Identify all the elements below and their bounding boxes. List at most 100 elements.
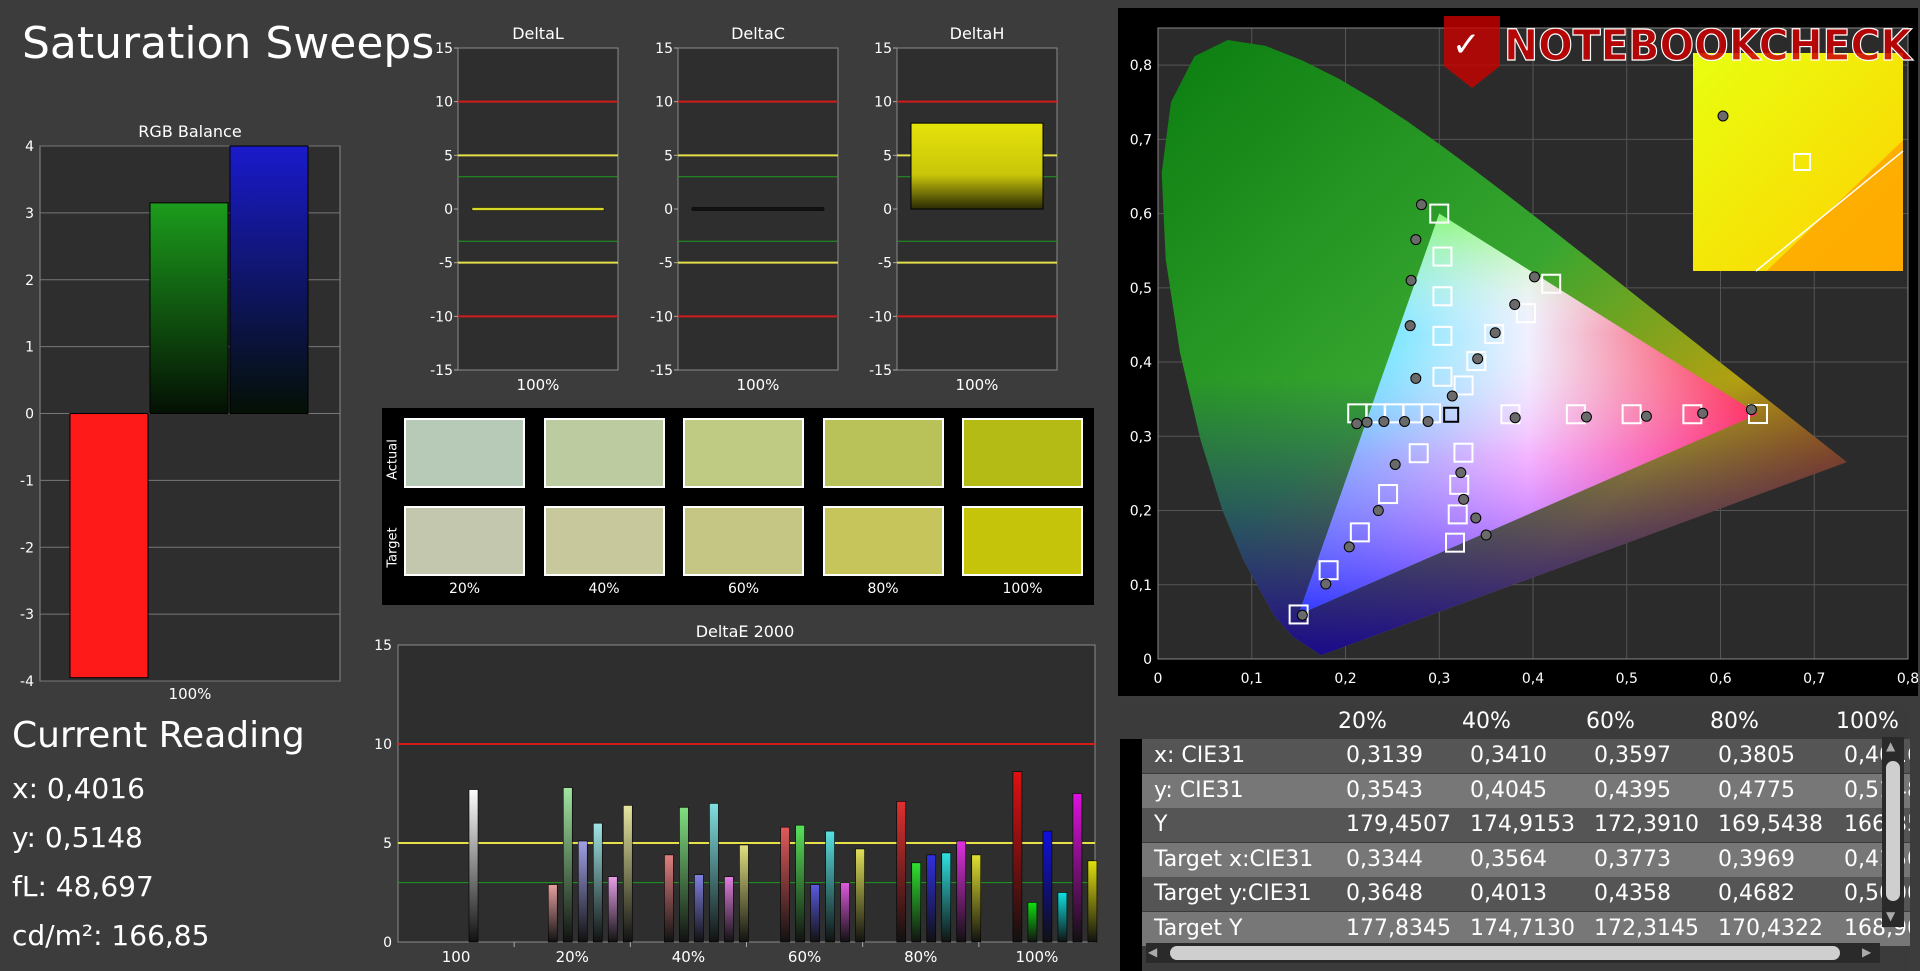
delta-y-tick: -5: [659, 256, 673, 272]
deltae-y-tick: 15: [374, 638, 392, 654]
delta-c-svg: 15 10 5 0 -5 -10 -15 100%: [650, 41, 839, 394]
logo-check-icon: ✓: [1452, 25, 1481, 65]
table-cell: 174,9153: [1470, 812, 1575, 837]
cie-y-tick: 0,4: [1130, 355, 1152, 371]
reading-x: x: 0,4016: [12, 772, 145, 805]
table-row: Target x:CIE31 0,3344 0,3564 0,3773 0,3969 0,…: [1142, 842, 1910, 877]
cie-y-tick: 0,1: [1130, 578, 1152, 594]
deltae-bar: [739, 844, 749, 943]
deltae-bar: [468, 789, 479, 943]
table-row-label: Target x:CIE31: [1154, 846, 1314, 872]
table-cell: 0,4358: [1594, 881, 1671, 906]
delta-y-tick: -10: [869, 309, 892, 325]
target-swatch: [683, 506, 804, 576]
rgb-y-tick: 3: [25, 206, 34, 222]
delta-y-tick: 15: [874, 41, 892, 57]
deltae-bar: [840, 882, 850, 943]
delta-c-chart: DeltaC 15 10 5 0 -5 -10 -15 100%: [638, 20, 848, 398]
cie-y-tick: 0,2: [1130, 504, 1152, 520]
delta-y-tick: 10: [874, 95, 892, 111]
table-cell: 0,4775: [1718, 777, 1795, 803]
vertical-scrollbar[interactable]: ▲ ▼: [1882, 737, 1904, 927]
measured-point: [1455, 467, 1467, 479]
horizontal-scrollbar[interactable]: ◀ ▶: [1146, 943, 1880, 963]
cie-x-tick: 0,6: [1709, 671, 1731, 687]
table-header-cell: 40%: [1462, 709, 1511, 734]
deltae-bar: [1072, 793, 1083, 943]
measured-point: [1422, 415, 1434, 427]
deltae-bar: [679, 807, 689, 943]
rgb-y-tick: 0: [25, 407, 34, 423]
rgb-y-tick: -3: [20, 607, 34, 623]
delta-y-tick: 15: [435, 41, 453, 57]
delta-y-tick: -5: [439, 256, 453, 272]
actual-swatch: [962, 418, 1083, 488]
target-swatch: [822, 506, 944, 576]
cie-x-tick: 0,2: [1334, 671, 1356, 687]
scroll-down-arrow-icon[interactable]: ▼: [1886, 909, 1895, 923]
scroll-thumb[interactable]: [1886, 761, 1900, 901]
table-cell: 0,3597: [1594, 743, 1671, 768]
deltae-bar: [664, 854, 674, 943]
deltae-x-tick: 80%: [904, 948, 937, 966]
cie-x-tick: 0,8: [1897, 671, 1918, 687]
deltae-bar: [547, 884, 558, 943]
table-cell: 0,3773: [1594, 846, 1671, 872]
delta-e-svg: 15 10 5 0 100 20% 40% 60% 80% 100%: [374, 638, 1098, 966]
cie-y-tick: 0,7: [1130, 132, 1152, 148]
inset-measured-point: [1717, 110, 1729, 122]
deltae-bar: [956, 840, 967, 943]
delta-bar: [691, 207, 825, 211]
actual-row-label: Actual: [385, 439, 401, 480]
table-cell: 0,4045: [1470, 777, 1547, 803]
scroll-right-arrow-icon[interactable]: ▶: [1862, 945, 1871, 959]
reading-y: y: 0,5148: [12, 821, 143, 854]
measured-point: [1389, 459, 1401, 471]
table-header-cell: 20%: [1338, 709, 1387, 734]
deltae-bar: [607, 876, 618, 943]
measured-point: [1372, 505, 1384, 517]
delta-y-tick: -15: [430, 363, 453, 379]
swatch-label: 80%: [867, 581, 899, 597]
cie-x-tick: 0,7: [1803, 671, 1825, 687]
notebookcheck-logo: ✓ NOTEBOOKCHECK: [1444, 16, 1914, 88]
deltae-bar: [1057, 892, 1068, 943]
delta-y-tick: -10: [650, 309, 673, 325]
table-corner: [1120, 705, 1142, 971]
table-header-cell: 80%: [1710, 709, 1759, 734]
measured-point: [1405, 274, 1417, 286]
actual-swatch: [683, 418, 804, 488]
delta-bar: [471, 207, 605, 211]
cie-x-tick: 0,5: [1616, 671, 1638, 687]
deltae-y-tick: 10: [374, 737, 392, 753]
table-cell: 0,3969: [1718, 846, 1795, 872]
rgb-bar-g: [149, 202, 229, 414]
deltae-bar: [694, 874, 704, 943]
color-swatches: Actual Target 20% 40% 60% 80% 100%: [382, 408, 1094, 605]
delta-y-tick: 5: [883, 148, 892, 164]
table-cell: 174,7130: [1470, 915, 1575, 941]
scroll-thumb-h[interactable]: [1170, 946, 1840, 960]
swatch-label: 40%: [588, 581, 620, 597]
rgb-balance-chart: RGB Balance 4 3 2 1 0 -1 -2 -3 -4 100%: [0, 118, 350, 703]
table-cell: 0,3410: [1470, 743, 1547, 768]
cie-x-tick: 0,4: [1522, 671, 1544, 687]
delta-e-chart: DeltaE 2000 15 10 5 0 100 20% 40% 60% 80% 100%: [360, 620, 1100, 971]
rgb-y-tick: 1: [25, 340, 34, 356]
deltae-bar: [724, 876, 734, 943]
table-row: Y179,4507174,9153172,3910169,5438166,850…: [1142, 808, 1910, 842]
measured-point: [1640, 410, 1652, 422]
target-swatch: [543, 506, 665, 576]
cie-svg: 0 0,1 0,2 0,3 0,4 0,5 0,6 0,7 0,8 0 0,1 0,2 0,3 0,4 0,…: [1130, 27, 1918, 687]
measured-point: [1320, 578, 1332, 590]
delta-y-tick: 5: [444, 148, 453, 164]
delta-y-tick: -15: [869, 363, 892, 379]
table-cell: 179,4507: [1346, 812, 1451, 837]
table-cell: 0,4395: [1594, 777, 1671, 803]
table-row: Target Y 177,8345 174,7130 172,3145 170,4322…: [1142, 911, 1910, 946]
deltae-bar: [971, 854, 982, 943]
scroll-left-arrow-icon[interactable]: ◀: [1148, 945, 1157, 959]
scroll-up-arrow-icon[interactable]: ▲: [1886, 739, 1895, 753]
table-cell: 0,4682: [1718, 881, 1795, 906]
deltae-x-tick: 60%: [788, 948, 821, 966]
